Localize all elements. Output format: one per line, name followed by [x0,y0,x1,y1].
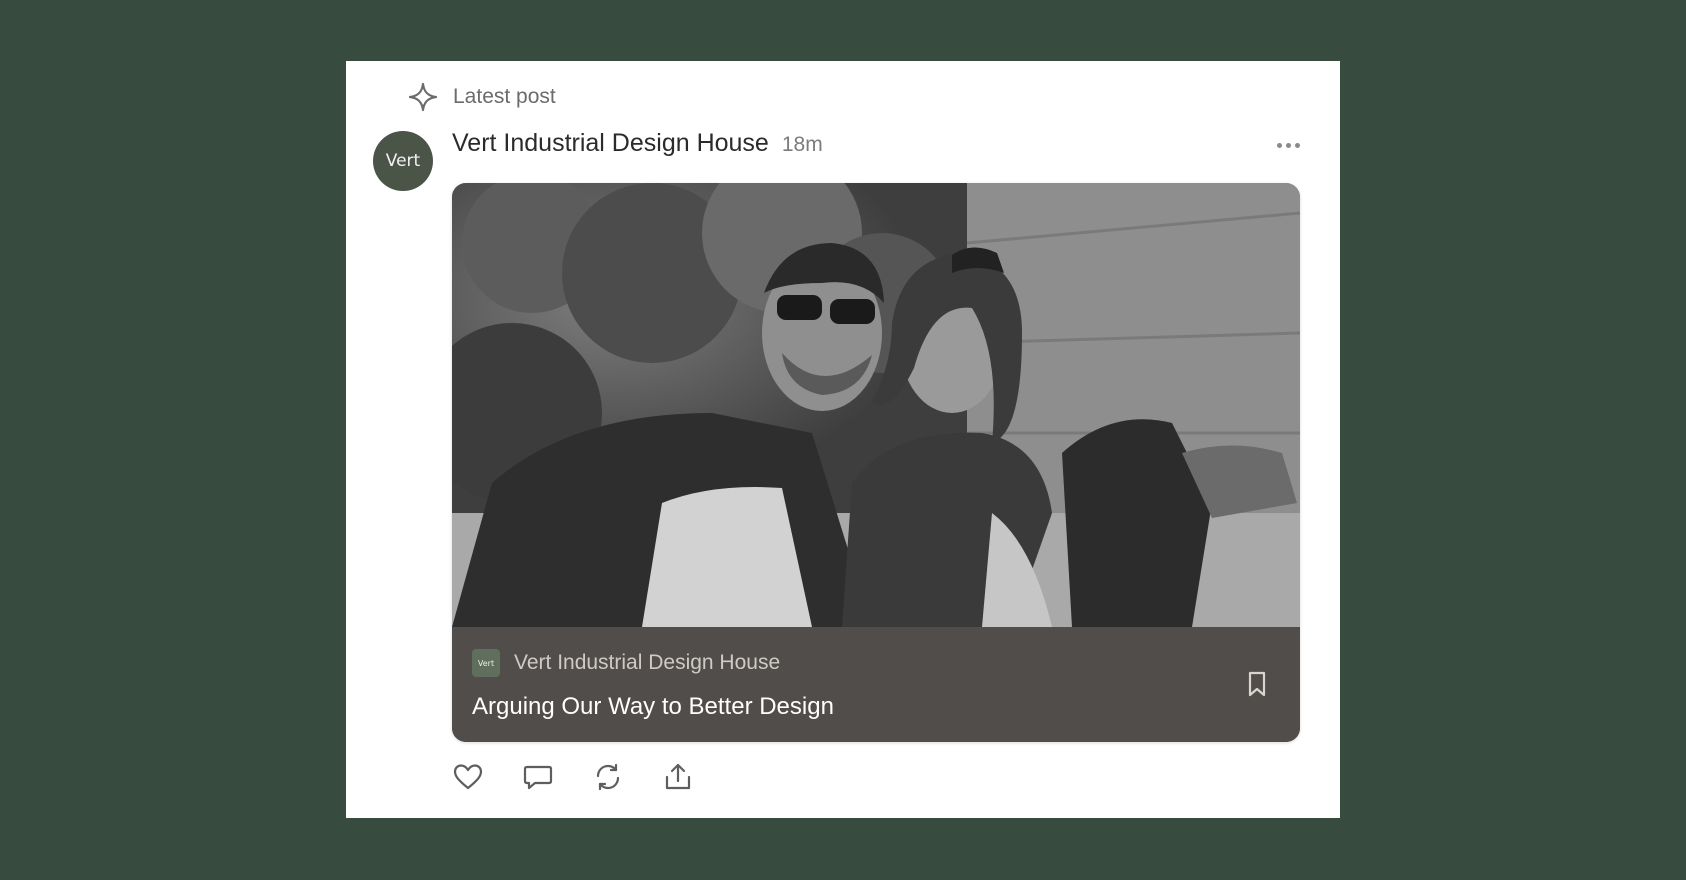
post-header: Vert Industrial Design House 18m [452,129,823,158]
latest-post-header: Latest post [407,79,556,115]
post-actions [452,761,694,793]
more-options-button[interactable] [1268,135,1308,155]
share-icon[interactable] [662,761,694,793]
publication-name: Vert Industrial Design House [514,651,781,674]
post-card: Latest post Vert Vert Industrial Design … [346,61,1340,818]
bookmark-icon[interactable] [1242,669,1272,699]
article-cover-image [452,183,1300,627]
sparkle-icon [408,82,438,112]
article-title[interactable]: Arguing Our Way to Better Design [472,693,834,721]
article-embed-footer: Vert Vert Industrial Design House Arguin… [452,627,1300,742]
avatar[interactable]: Vert [373,131,433,191]
latest-post-label: Latest post [453,85,556,108]
publication-logo: Vert [472,649,500,677]
article-embed[interactable]: Vert Vert Industrial Design House Arguin… [452,183,1300,742]
restack-icon[interactable] [592,761,624,793]
comment-icon[interactable] [522,761,554,793]
more-horizontal-icon [1276,142,1282,148]
author-name[interactable]: Vert Industrial Design House [452,129,769,158]
publication-row: Vert Vert Industrial Design House [472,649,780,677]
heart-icon[interactable] [452,761,484,793]
post-timestamp[interactable]: 18m [782,133,823,157]
